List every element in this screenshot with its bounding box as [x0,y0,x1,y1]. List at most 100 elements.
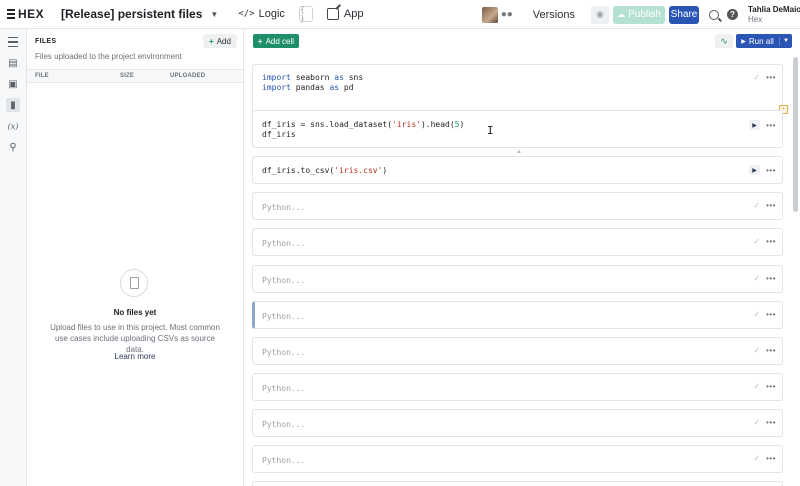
run-all-dropdown-icon[interactable]: ▼ [780,38,792,44]
more-options-icon[interactable]: ••• [766,121,776,130]
variables-icon[interactable]: (x) [6,119,20,133]
cell-actions: ✓ ••• [753,310,776,319]
share-button[interactable]: Share [669,5,699,24]
more-options-icon[interactable]: ••• [766,166,776,175]
cell-actions: ✓ ••• [753,454,776,463]
search-icon[interactable] [709,9,719,20]
cell-placeholder[interactable]: Python... [262,420,305,430]
code-editor[interactable]: df_iris.to_csv('iris.csv') [262,166,387,176]
code-token: import [262,73,291,82]
empty-code-cell[interactable]: Python... ✓ ••• [252,337,783,365]
code-token: pd [339,83,354,92]
folder-icon[interactable]: ▮ [6,98,20,112]
more-options-icon[interactable]: ••• [766,73,776,82]
code-token: df_iris [262,130,296,139]
run-all-main[interactable]: ▶ Run all [736,36,780,46]
more-options-icon[interactable]: ••• [766,237,776,246]
column-size[interactable]: SIZE [120,73,134,79]
more-options-icon[interactable]: ••• [766,274,776,283]
more-options-icon[interactable]: ••• [766,346,776,355]
tab-logic[interactable]: </> Logic [232,3,291,25]
add-file-button[interactable]: + Add [203,34,237,48]
more-options-icon[interactable]: ••• [766,382,776,391]
user-info[interactable]: Tahlia DeMaio Hex [748,5,800,25]
empty-code-cell[interactable]: Python... ✓ ••• [252,228,783,256]
empty-code-cell[interactable]: Python... ✓ ••• [252,301,783,329]
preview-eye-icon[interactable]: ◉ [591,5,609,24]
more-options-icon[interactable]: ••• [766,418,776,427]
empty-state-title: No files yet [113,308,157,317]
more-options-icon[interactable]: ••• [766,201,776,210]
learn-more-link[interactable]: Learn more [27,352,243,361]
drag-handle-icon[interactable]: ▲ [516,149,522,155]
code-cell[interactable]: df_iris.to_csv('iris.csv') ▶ ••• [252,156,783,184]
run-cell-icon[interactable]: ▶ [749,120,761,130]
chevron-down-icon[interactable]: ▼ [210,10,218,19]
more-options-icon[interactable]: ••• [766,310,776,319]
tab-app[interactable]: App [321,3,370,25]
code-icon: </> [238,9,255,19]
plus-icon: + [209,36,214,46]
cell-actions: ✓ ••• [753,346,776,355]
cell-placeholder[interactable]: Python... [262,348,305,358]
text-cursor-icon: I [487,124,494,137]
avatar[interactable] [481,6,498,23]
check-icon: ✓ [753,418,761,427]
cell-actions: ✓ ••• [753,382,776,391]
cell-placeholder[interactable]: Python... [262,203,305,213]
help-icon[interactable]: ? [727,9,738,20]
check-icon: ✓ [753,382,761,391]
code-token: df_iris.to_csv( [262,166,335,175]
versions-button[interactable]: Versions [527,9,581,21]
cell-placeholder[interactable]: Python... [262,384,305,394]
cell-actions: ✓ ••• [753,237,776,246]
publish-label: Publish [628,9,661,20]
tab-app-label: App [343,8,364,20]
cell-actions: ✓ ••• [753,73,776,82]
scrollbar[interactable] [793,57,798,212]
flask-icon[interactable]: ⚲ [6,140,20,154]
check-icon: ✓ [753,201,761,210]
cell-placeholder[interactable]: Python... [262,312,305,322]
empty-code-cell[interactable]: Python... ✓ ••• [252,373,783,401]
code-token: ) [382,166,388,175]
users-icon[interactable]: ●● [501,9,513,20]
hex-logo[interactable]: HEX [7,7,47,21]
code-token: import [262,83,291,92]
run-all-button[interactable]: ▶ Run all ▼ [736,34,792,48]
code-token: sns [343,73,364,82]
column-file[interactable]: FILE [35,73,49,79]
empty-code-cell[interactable]: Python... [252,481,783,486]
empty-code-cell[interactable]: Python... ✓ ••• [252,192,783,220]
cell-placeholder[interactable]: Python... [262,456,305,466]
empty-code-cell[interactable]: Python... ✓ ••• [252,265,783,293]
code-token: df_iris = sns.load_dataset( [262,120,393,129]
top-bar: HEX [Release] persistent files ▼ </> Log… [0,0,800,29]
add-file-label: Add [216,36,231,46]
run-cell-icon[interactable]: ▶ [749,165,761,175]
empty-code-cell[interactable]: Python... ✓ ••• [252,445,783,473]
publish-button[interactable]: ☁ Publish [613,5,665,24]
package-icon[interactable]: ▣ [6,77,20,91]
split-view-toggle[interactable]: { } [298,5,313,23]
empty-code-cell[interactable]: Python... ✓ ••• [252,409,783,437]
database-icon[interactable]: ▤ [6,56,20,70]
menu-icon[interactable] [6,35,20,49]
code-cell[interactable]: df_iris = sns.load_dataset('iris').head(… [252,110,783,148]
code-token: ) [459,120,465,129]
cell-placeholder[interactable]: Python... [262,276,305,286]
project-title[interactable]: [Release] persistent files [61,7,202,21]
mode-tabs: </> Logic { } App [232,3,369,25]
cell-placeholder[interactable]: Python... [262,239,305,249]
kernel-status-icon[interactable]: ∿ [715,34,733,48]
user-name: Tahlia DeMaio [748,4,800,14]
user-org: Hex [748,14,763,24]
more-options-icon[interactable]: ••• [766,454,776,463]
top-right-controls: ●● Versions ◉ ☁ Publish Share ? Tahlia D… [481,0,800,29]
column-uploaded[interactable]: UPLOADED [170,73,205,79]
add-cell-button[interactable]: + Add cell [253,34,299,48]
cloud-upload-icon: ☁ [617,10,626,19]
code-token: ).head( [420,120,455,129]
code-editor[interactable]: df_iris = sns.load_dataset('iris').head(… [262,120,464,140]
code-editor[interactable]: import seaborn as sns import pandas as p… [262,73,363,93]
